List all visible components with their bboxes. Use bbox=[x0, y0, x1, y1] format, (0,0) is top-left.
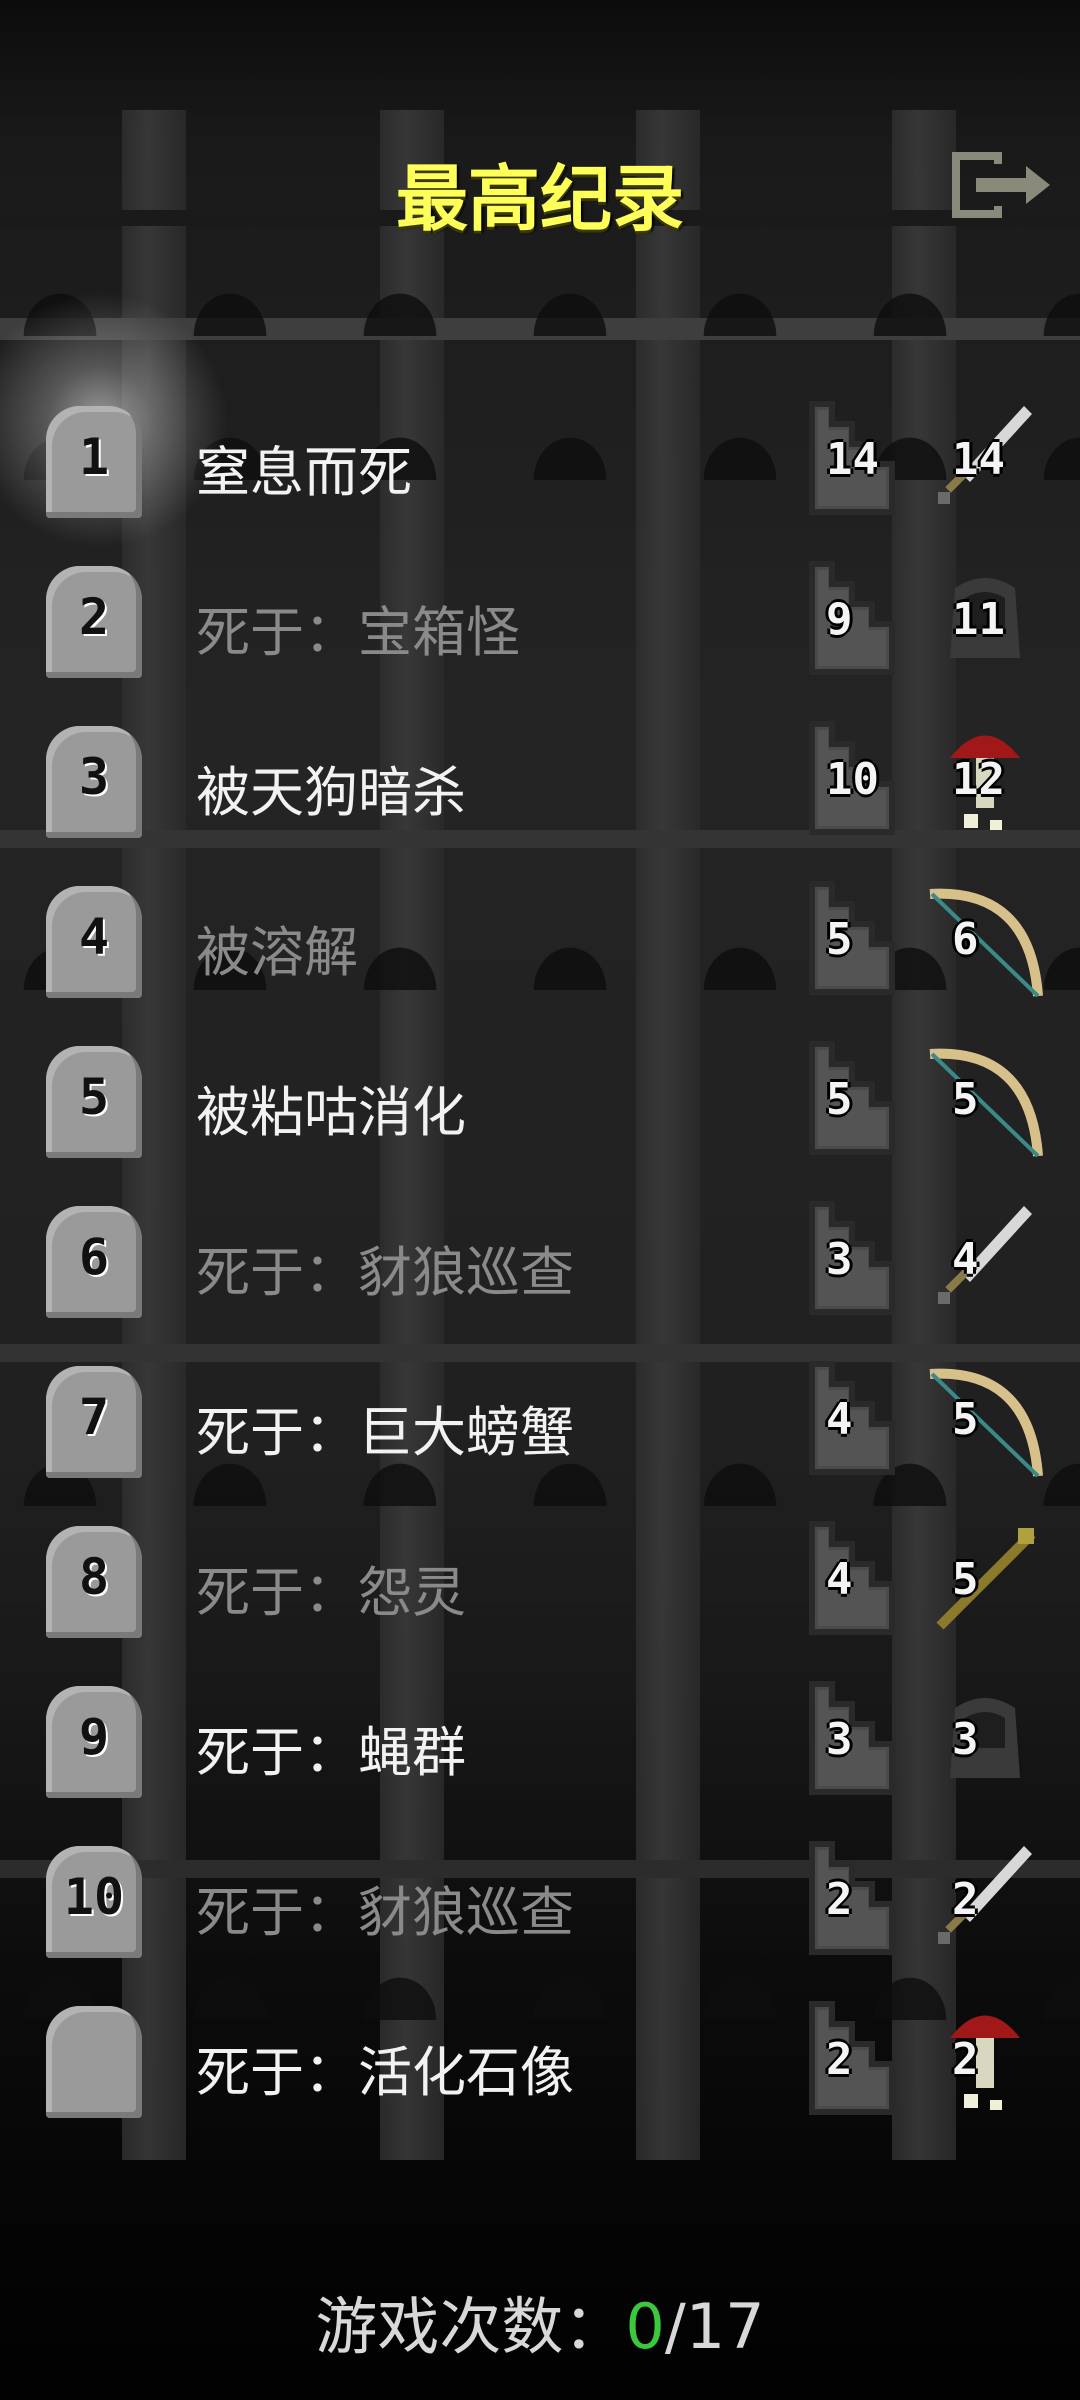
death-cause: 被天狗暗杀 bbox=[196, 761, 466, 824]
stairs-icon bbox=[804, 1036, 908, 1160]
depth-number: 2 bbox=[826, 1874, 853, 1925]
tombstone-icon: 6 bbox=[46, 1206, 142, 1318]
sword-icon bbox=[920, 1838, 1050, 1968]
rank-number: 1 bbox=[78, 428, 110, 486]
hero-level: 4 bbox=[952, 1234, 979, 1285]
stairs-icon bbox=[804, 556, 908, 680]
hero-level: 3 bbox=[952, 1714, 979, 1765]
rank-number: 9 bbox=[78, 1708, 110, 1766]
death-cause: 死于：豺狼巡查 bbox=[196, 1241, 574, 1304]
sword-icon bbox=[920, 1198, 1050, 1328]
death-cause: 窒息而死 bbox=[196, 441, 412, 504]
death-cause: 死于：宝箱怪 bbox=[196, 601, 520, 664]
rank-number: 10 bbox=[63, 1868, 125, 1926]
hero-level: 2 bbox=[952, 2034, 979, 2085]
record-row[interactable]: 7 死于：巨大螃蟹 4 5 bbox=[0, 1344, 1080, 1504]
exit-button[interactable] bbox=[946, 146, 1056, 224]
hero-level: 11 bbox=[952, 594, 1005, 645]
mushroom-icon bbox=[920, 1998, 1050, 2128]
record-row[interactable]: 1 窒息而死 14 14 bbox=[0, 384, 1080, 544]
bow-icon bbox=[920, 878, 1050, 1008]
depth-number: 4 bbox=[826, 1554, 853, 1605]
record-row[interactable]: 5 被粘咕消化 5 5 bbox=[0, 1024, 1080, 1184]
stairs-icon bbox=[804, 1836, 908, 1960]
rank-number: 7 bbox=[78, 1388, 110, 1446]
tombstone-icon: 7 bbox=[46, 1366, 142, 1478]
depth-number: 10 bbox=[826, 754, 879, 805]
tombstone-icon bbox=[46, 2006, 142, 2118]
record-row[interactable]: 4 被溶解 5 6 bbox=[0, 864, 1080, 1024]
depth-number: 2 bbox=[826, 2034, 853, 2085]
tombstone-icon: 9 bbox=[46, 1686, 142, 1798]
death-cause: 被溶解 bbox=[196, 921, 358, 984]
hero-level: 5 bbox=[952, 1554, 979, 1605]
tombstone-icon: 2 bbox=[46, 566, 142, 678]
depth-number: 3 bbox=[826, 1234, 853, 1285]
record-row[interactable]: 3 被天狗暗杀 10 12 bbox=[0, 704, 1080, 864]
rank-number: 2 bbox=[78, 588, 110, 646]
rank-number: 3 bbox=[78, 748, 110, 806]
hero-level: 6 bbox=[952, 914, 979, 965]
death-cause: 死于：巨大螃蟹 bbox=[196, 1401, 574, 1464]
rank-number: 5 bbox=[78, 1068, 110, 1126]
stairs-icon bbox=[804, 876, 908, 1000]
hero-level: 5 bbox=[952, 1074, 979, 1125]
hero-level: 14 bbox=[952, 434, 1005, 485]
death-cause: 死于：活化石像 bbox=[196, 2041, 574, 2104]
staff-icon bbox=[920, 1518, 1050, 1648]
depth-number: 5 bbox=[826, 1074, 853, 1125]
death-cause: 死于：豺狼巡查 bbox=[196, 1881, 574, 1944]
tombstone-icon: 3 bbox=[46, 726, 142, 838]
games-won-count: 0 bbox=[625, 2290, 665, 2363]
death-cause: 被粘咕消化 bbox=[196, 1081, 466, 1144]
games-played-label: 游戏次数： bbox=[315, 2290, 626, 2363]
games-total-count: /17 bbox=[664, 2290, 765, 2363]
hero-level: 2 bbox=[952, 1874, 979, 1925]
games-played: 游戏次数：0/17 bbox=[0, 2276, 1080, 2366]
record-row[interactable]: 2 死于：宝箱怪 9 11 bbox=[0, 544, 1080, 704]
tombstone-icon: 8 bbox=[46, 1526, 142, 1638]
stairs-icon bbox=[804, 1996, 908, 2120]
tombstone-icon: 4 bbox=[46, 886, 142, 998]
record-row[interactable]: 9 死于：蝇群 3 3 bbox=[0, 1664, 1080, 1824]
depth-number: 9 bbox=[826, 594, 853, 645]
depth-number: 4 bbox=[826, 1394, 853, 1445]
record-row[interactable]: 10 死于：豺狼巡查 2 2 bbox=[0, 1824, 1080, 1984]
bow-icon bbox=[920, 1038, 1050, 1168]
depth-number: 14 bbox=[826, 434, 879, 485]
record-row[interactable]: 8 死于：怨灵 4 5 bbox=[0, 1504, 1080, 1664]
depth-number: 5 bbox=[826, 914, 853, 965]
tombstone-icon: 1 bbox=[46, 406, 142, 518]
page-title: 最高纪录 bbox=[395, 157, 684, 241]
bow-icon bbox=[920, 1358, 1050, 1488]
stairs-icon bbox=[804, 1516, 908, 1640]
record-row[interactable]: 6 死于：豺狼巡查 3 4 bbox=[0, 1184, 1080, 1344]
tombstone-icon: 5 bbox=[46, 1046, 142, 1158]
tombstone-icon: 10 bbox=[46, 1846, 142, 1958]
rank-number: 6 bbox=[78, 1228, 110, 1286]
stairs-icon bbox=[804, 1676, 908, 1800]
hood-icon bbox=[920, 1678, 1050, 1808]
rank-number: 4 bbox=[78, 908, 110, 966]
stairs-icon bbox=[804, 1356, 908, 1480]
exit-icon bbox=[952, 152, 1050, 218]
stairs-icon bbox=[804, 1196, 908, 1320]
rank-number: 8 bbox=[78, 1548, 110, 1606]
hero-level: 5 bbox=[952, 1394, 979, 1445]
record-row[interactable]: 死于：活化石像 2 2 bbox=[0, 1984, 1080, 2144]
death-cause: 死于：怨灵 bbox=[196, 1561, 466, 1624]
death-cause: 死于：蝇群 bbox=[196, 1721, 466, 1784]
depth-number: 3 bbox=[826, 1714, 853, 1765]
hero-level: 12 bbox=[952, 754, 1005, 805]
